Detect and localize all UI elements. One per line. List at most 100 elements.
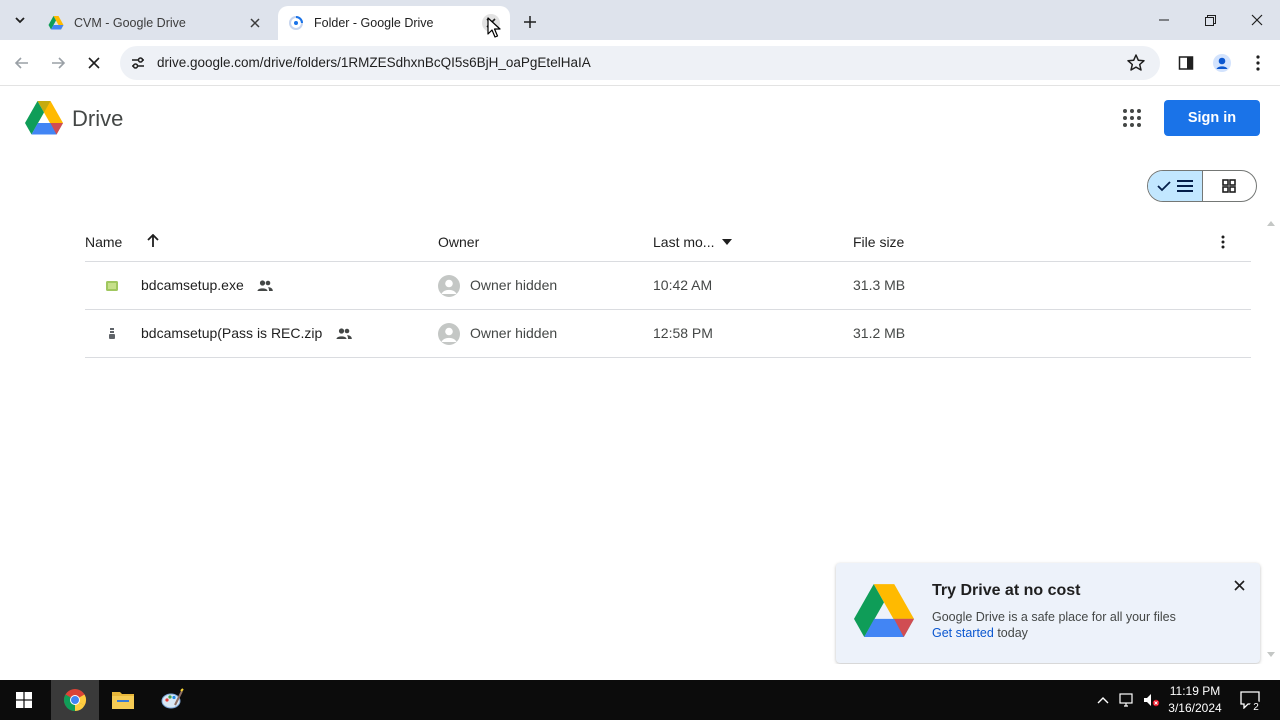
plus-icon: [524, 16, 536, 28]
grid-view-icon: [1222, 179, 1237, 193]
new-tab-button[interactable]: [518, 10, 542, 34]
column-header-file-size: File size: [853, 234, 905, 250]
close-window-button[interactable]: [1234, 0, 1280, 40]
tab-title: Folder - Google Drive: [314, 16, 434, 30]
notification-count: 2: [1249, 701, 1263, 715]
address-bar[interactable]: drive.google.com/drive/folders/1RMZESdhx…: [120, 46, 1160, 80]
file-name[interactable]: bdcamsetup.exe: [141, 277, 244, 293]
file-list: Name Owner Last mo... File size bdcamset…: [85, 222, 1251, 358]
arrow-left-icon: [14, 57, 28, 69]
file-row[interactable]: bdcamsetup.exe Owner hidden 10:42 AM 31.…: [85, 262, 1251, 310]
arrow-right-icon: [52, 57, 66, 69]
get-started-link[interactable]: Get started: [932, 626, 994, 640]
file-row[interactable]: bdcamsetup(Pass is REC.zip Owner hidden …: [85, 310, 1251, 358]
more-vert-icon: [1256, 55, 1260, 71]
close-icon: [250, 18, 260, 28]
start-button[interactable]: [0, 680, 48, 720]
view-toggle: [1147, 170, 1257, 202]
tab-search-button[interactable]: [8, 8, 32, 32]
url-text[interactable]: drive.google.com/drive/folders/1RMZESdhx…: [157, 55, 591, 70]
folder-icon: [112, 692, 134, 709]
google-drive-logo-icon: [854, 584, 914, 638]
network-status-button[interactable]: [1116, 680, 1138, 720]
sort-ascending-arrow-icon[interactable]: [147, 234, 159, 248]
back-button[interactable]: [8, 49, 36, 77]
profile-avatar-icon: [1213, 54, 1231, 72]
taskbar-paint-app[interactable]: [148, 680, 196, 720]
person-icon: [441, 327, 457, 342]
list-view-button[interactable]: [1148, 171, 1203, 201]
side-panel-button[interactable]: [1172, 49, 1200, 77]
chevron-up-icon: [1097, 697, 1109, 704]
dropdown-caret-icon[interactable]: [722, 239, 732, 245]
windows-logo-icon: [16, 692, 32, 708]
scroll-down-arrow-icon[interactable]: [1267, 652, 1275, 658]
checkmark-icon: [1157, 181, 1171, 192]
restore-icon: [1204, 14, 1216, 26]
try-drive-promo: Try Drive at no cost Google Drive is a s…: [836, 563, 1260, 663]
scroll-up-arrow-icon[interactable]: [1267, 220, 1275, 226]
drive-brand-label[interactable]: Drive: [72, 106, 123, 132]
zip-file-icon: [109, 328, 115, 339]
minimize-icon: [1159, 19, 1169, 21]
promo-close-button[interactable]: [1230, 576, 1248, 594]
promo-title: Try Drive at no cost: [932, 582, 1081, 599]
google-drive-favicon-icon: [48, 16, 64, 30]
profile-button[interactable]: [1208, 49, 1236, 77]
grid-view-button[interactable]: [1203, 171, 1257, 201]
paint-palette-icon: [161, 688, 184, 709]
executable-file-icon: [106, 281, 118, 291]
browser-toolbar: drive.google.com/drive/folders/1RMZESdhx…: [0, 40, 1280, 86]
tab-strip: CVM - Google Drive Folder - Google Drive: [0, 0, 1280, 40]
taskbar-clock[interactable]: 11:19 PM 3/16/2024: [1160, 683, 1230, 717]
site-settings-icon[interactable]: [128, 53, 148, 73]
google-apps-icon[interactable]: [1120, 106, 1144, 130]
minimize-button[interactable]: [1141, 0, 1187, 40]
column-header-owner: Owner: [438, 234, 480, 250]
more-vert-icon[interactable]: [1221, 235, 1225, 249]
volume-muted-icon: [1144, 694, 1160, 707]
tab-cvm-google-drive[interactable]: CVM - Google Drive: [38, 6, 274, 40]
network-icon: [1119, 693, 1133, 707]
owner-name: Owner hidden: [470, 325, 558, 341]
owner-name: Owner hidden: [470, 277, 558, 293]
close-icon: [1251, 14, 1263, 26]
side-panel-icon: [1178, 56, 1194, 70]
taskbar-chrome[interactable]: [51, 680, 99, 720]
clock-date: 3/16/2024: [1168, 701, 1222, 715]
promo-cta-line: Get started today: [932, 626, 1028, 640]
list-view-icon: [1176, 180, 1193, 192]
tab-title: CVM - Google Drive: [74, 16, 186, 30]
person-icon: [441, 279, 457, 294]
show-hidden-icons-button[interactable]: [1094, 680, 1112, 720]
google-drive-logo-icon[interactable]: [25, 101, 63, 135]
last-modified-value: 10:42 AM: [653, 277, 713, 293]
bookmark-star-icon[interactable]: [1126, 53, 1146, 73]
close-icon: [1233, 579, 1245, 591]
owner-avatar: [438, 323, 460, 345]
owner-avatar: [438, 275, 460, 297]
loading-spinner-icon: [289, 16, 303, 30]
forward-button[interactable]: [44, 49, 72, 77]
tab-folder-google-drive[interactable]: Folder - Google Drive: [278, 6, 510, 40]
file-name[interactable]: bdcamsetup(Pass is REC.zip: [141, 325, 322, 341]
page-bottom-strip: [0, 664, 1280, 680]
restore-button[interactable]: [1187, 0, 1233, 40]
tab-close-button[interactable]: [246, 14, 264, 32]
sign-in-button[interactable]: Sign in: [1164, 100, 1260, 136]
stop-loading-button[interactable]: [80, 49, 108, 77]
drive-header: Drive Sign in: [0, 87, 1280, 151]
column-header-name[interactable]: Name: [85, 234, 122, 250]
action-center-button[interactable]: 2: [1236, 680, 1264, 720]
windows-taskbar: 11:19 PM 3/16/2024 2: [0, 680, 1280, 720]
chrome-icon: [64, 689, 86, 711]
column-header-last-modified[interactable]: Last mo...: [653, 234, 714, 250]
taskbar-file-explorer[interactable]: [99, 680, 147, 720]
volume-button[interactable]: [1140, 680, 1162, 720]
shared-people-icon: [257, 280, 273, 291]
file-size-value: 31.2 MB: [853, 325, 906, 341]
promo-cta-suffix: today: [993, 626, 1028, 640]
chevron-down-icon: [15, 17, 25, 24]
file-size-value: 31.3 MB: [853, 277, 906, 293]
browser-menu-button[interactable]: [1244, 49, 1272, 77]
